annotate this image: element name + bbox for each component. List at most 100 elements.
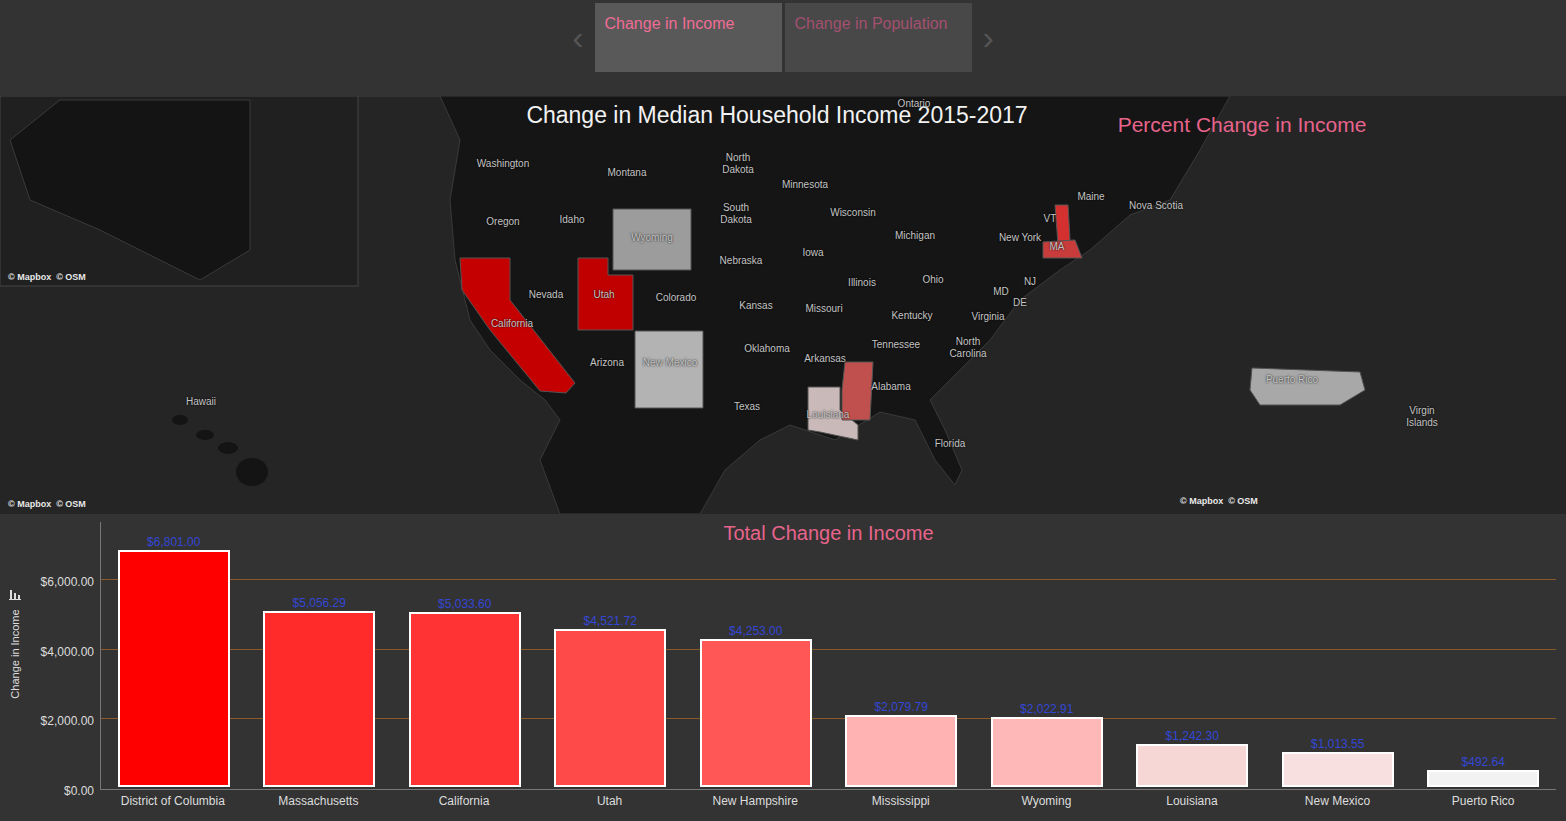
bar-value: $1,013.55 xyxy=(1311,737,1364,751)
map-label: Oregon xyxy=(486,216,519,228)
mapbox-credit[interactable]: © Mapbox xyxy=(8,272,51,282)
bar-column: $1,242.30 xyxy=(1120,522,1266,787)
map-label: Tennessee xyxy=(872,339,920,351)
map-label: Nevada xyxy=(529,289,563,301)
map-label: Wyoming xyxy=(631,232,673,244)
map-label: Arizona xyxy=(590,357,624,369)
map-label: Nova Scotia xyxy=(1129,200,1183,212)
map-canvas xyxy=(0,96,1566,514)
bar[interactable] xyxy=(700,639,812,787)
y-tick: $4,000.00 xyxy=(41,645,94,659)
y-tick: $0.00 xyxy=(64,784,94,798)
y-axis-title-column: Change in Income xyxy=(0,522,30,821)
map-label: Wisconsin xyxy=(830,207,876,219)
map-label: New York xyxy=(999,232,1041,244)
osm-credit[interactable]: © OSM xyxy=(56,272,86,282)
map-label: Oklahoma xyxy=(744,343,790,355)
land xyxy=(358,96,1230,514)
map-label: Ontario xyxy=(898,98,931,110)
gridline xyxy=(101,579,1556,580)
alaska-inset xyxy=(0,96,358,286)
bar-chart: Change in Income $0.00 $2,000.00 $4,000.00 $… xyxy=(0,514,1566,821)
bar-column: $2,079.79 xyxy=(829,522,975,787)
y-axis-title: Change in Income xyxy=(9,609,21,698)
osm-credit[interactable]: © OSM xyxy=(1228,496,1258,506)
dashboard: ‹Change in IncomeChange in Population›Ch… xyxy=(0,0,1566,821)
attribution: © Mapbox © OSM xyxy=(8,272,86,282)
next-arrow[interactable]: › xyxy=(975,3,1002,72)
x-label: Louisiana xyxy=(1119,794,1265,808)
tab[interactable]: Change in Income xyxy=(595,3,782,72)
state-region[interactable] xyxy=(635,331,703,408)
map-label: DE xyxy=(1013,297,1027,309)
bar[interactable] xyxy=(1282,752,1394,787)
map-label: North Carolina xyxy=(940,336,996,360)
hawaii-island xyxy=(218,442,238,454)
tab[interactable]: Change in Population xyxy=(785,3,972,72)
x-axis: District of ColumbiaMassachusettsCalifor… xyxy=(100,790,1556,808)
map-label: New Mexico xyxy=(643,357,697,369)
mapbox-credit[interactable]: © Mapbox xyxy=(8,499,51,509)
mapbox-credit[interactable]: © Mapbox xyxy=(1180,496,1223,506)
map-label: MA xyxy=(1050,241,1065,253)
attribution: © Mapbox © OSM xyxy=(8,499,86,509)
attribution: © Mapbox © OSM xyxy=(1180,496,1258,506)
bar[interactable] xyxy=(1136,744,1248,787)
x-label: California xyxy=(391,794,537,808)
map-label: Virgin Islands xyxy=(1394,405,1450,429)
state-region[interactable] xyxy=(460,258,575,393)
map-label: Virginia xyxy=(971,311,1004,323)
bar-column: $6,801.00 xyxy=(101,522,247,787)
map-label: Utah xyxy=(593,289,614,301)
map-label: Hawaii xyxy=(186,396,216,408)
map-label: Iowa xyxy=(802,247,823,259)
bar-value: $4,253.00 xyxy=(729,624,782,638)
bar[interactable] xyxy=(1427,770,1539,787)
map-label: Maine xyxy=(1077,191,1104,203)
osm-credit[interactable]: © OSM xyxy=(56,499,86,509)
bar-value: $5,033.60 xyxy=(438,597,491,611)
bar-column: $5,056.29 xyxy=(247,522,393,787)
map-label: VT xyxy=(1044,213,1057,225)
map[interactable]: Change in Median Household Income 2015-2… xyxy=(0,96,1566,514)
x-label: Mississippi xyxy=(828,794,974,808)
y-axis: $0.00$2,000.00$4,000.00$6,000.00 xyxy=(30,522,100,790)
map-label: Montana xyxy=(608,167,647,179)
bar-value: $2,022.91 xyxy=(1020,702,1073,716)
bar[interactable] xyxy=(991,717,1103,787)
bar[interactable] xyxy=(554,629,666,787)
chart-icon[interactable] xyxy=(9,588,21,600)
hawaii-island xyxy=(196,430,214,440)
y-tick: $2,000.00 xyxy=(41,714,94,728)
bar[interactable] xyxy=(118,550,230,787)
alaska xyxy=(10,100,250,280)
prev-arrow[interactable]: ‹ xyxy=(564,3,591,72)
map-label: Missouri xyxy=(805,303,842,315)
state-region[interactable] xyxy=(1043,240,1082,258)
map-label: South Dakota xyxy=(708,202,764,226)
map-label: NJ xyxy=(1024,276,1036,288)
map-label: Colorado xyxy=(656,292,697,304)
ocean xyxy=(0,96,1566,514)
map-label: Puerto Rico xyxy=(1266,374,1318,386)
x-label: Utah xyxy=(537,794,683,808)
map-label: California xyxy=(491,318,533,330)
hawaii-island xyxy=(236,458,268,486)
state-region[interactable] xyxy=(1250,368,1365,405)
map-label: North Dakota xyxy=(710,152,766,176)
bar-column: $5,033.60 xyxy=(392,522,538,787)
map-subtitle: Percent Change in Income xyxy=(1118,113,1367,137)
map-label: Minnesota xyxy=(782,179,828,191)
bar[interactable] xyxy=(263,611,375,787)
bar-column: $4,521.72 xyxy=(538,522,684,787)
map-label: Florida xyxy=(935,438,966,450)
bar-column: $492.64 xyxy=(1411,522,1557,787)
bar-value: $2,079.79 xyxy=(875,700,928,714)
map-label: Alabama xyxy=(871,381,910,393)
state-region[interactable] xyxy=(1055,205,1070,244)
map-label: Michigan xyxy=(895,230,935,242)
state-region[interactable] xyxy=(613,209,691,270)
bar[interactable] xyxy=(409,612,521,787)
bar[interactable] xyxy=(845,715,957,787)
chart-title: Total Change in Income xyxy=(101,522,1556,545)
